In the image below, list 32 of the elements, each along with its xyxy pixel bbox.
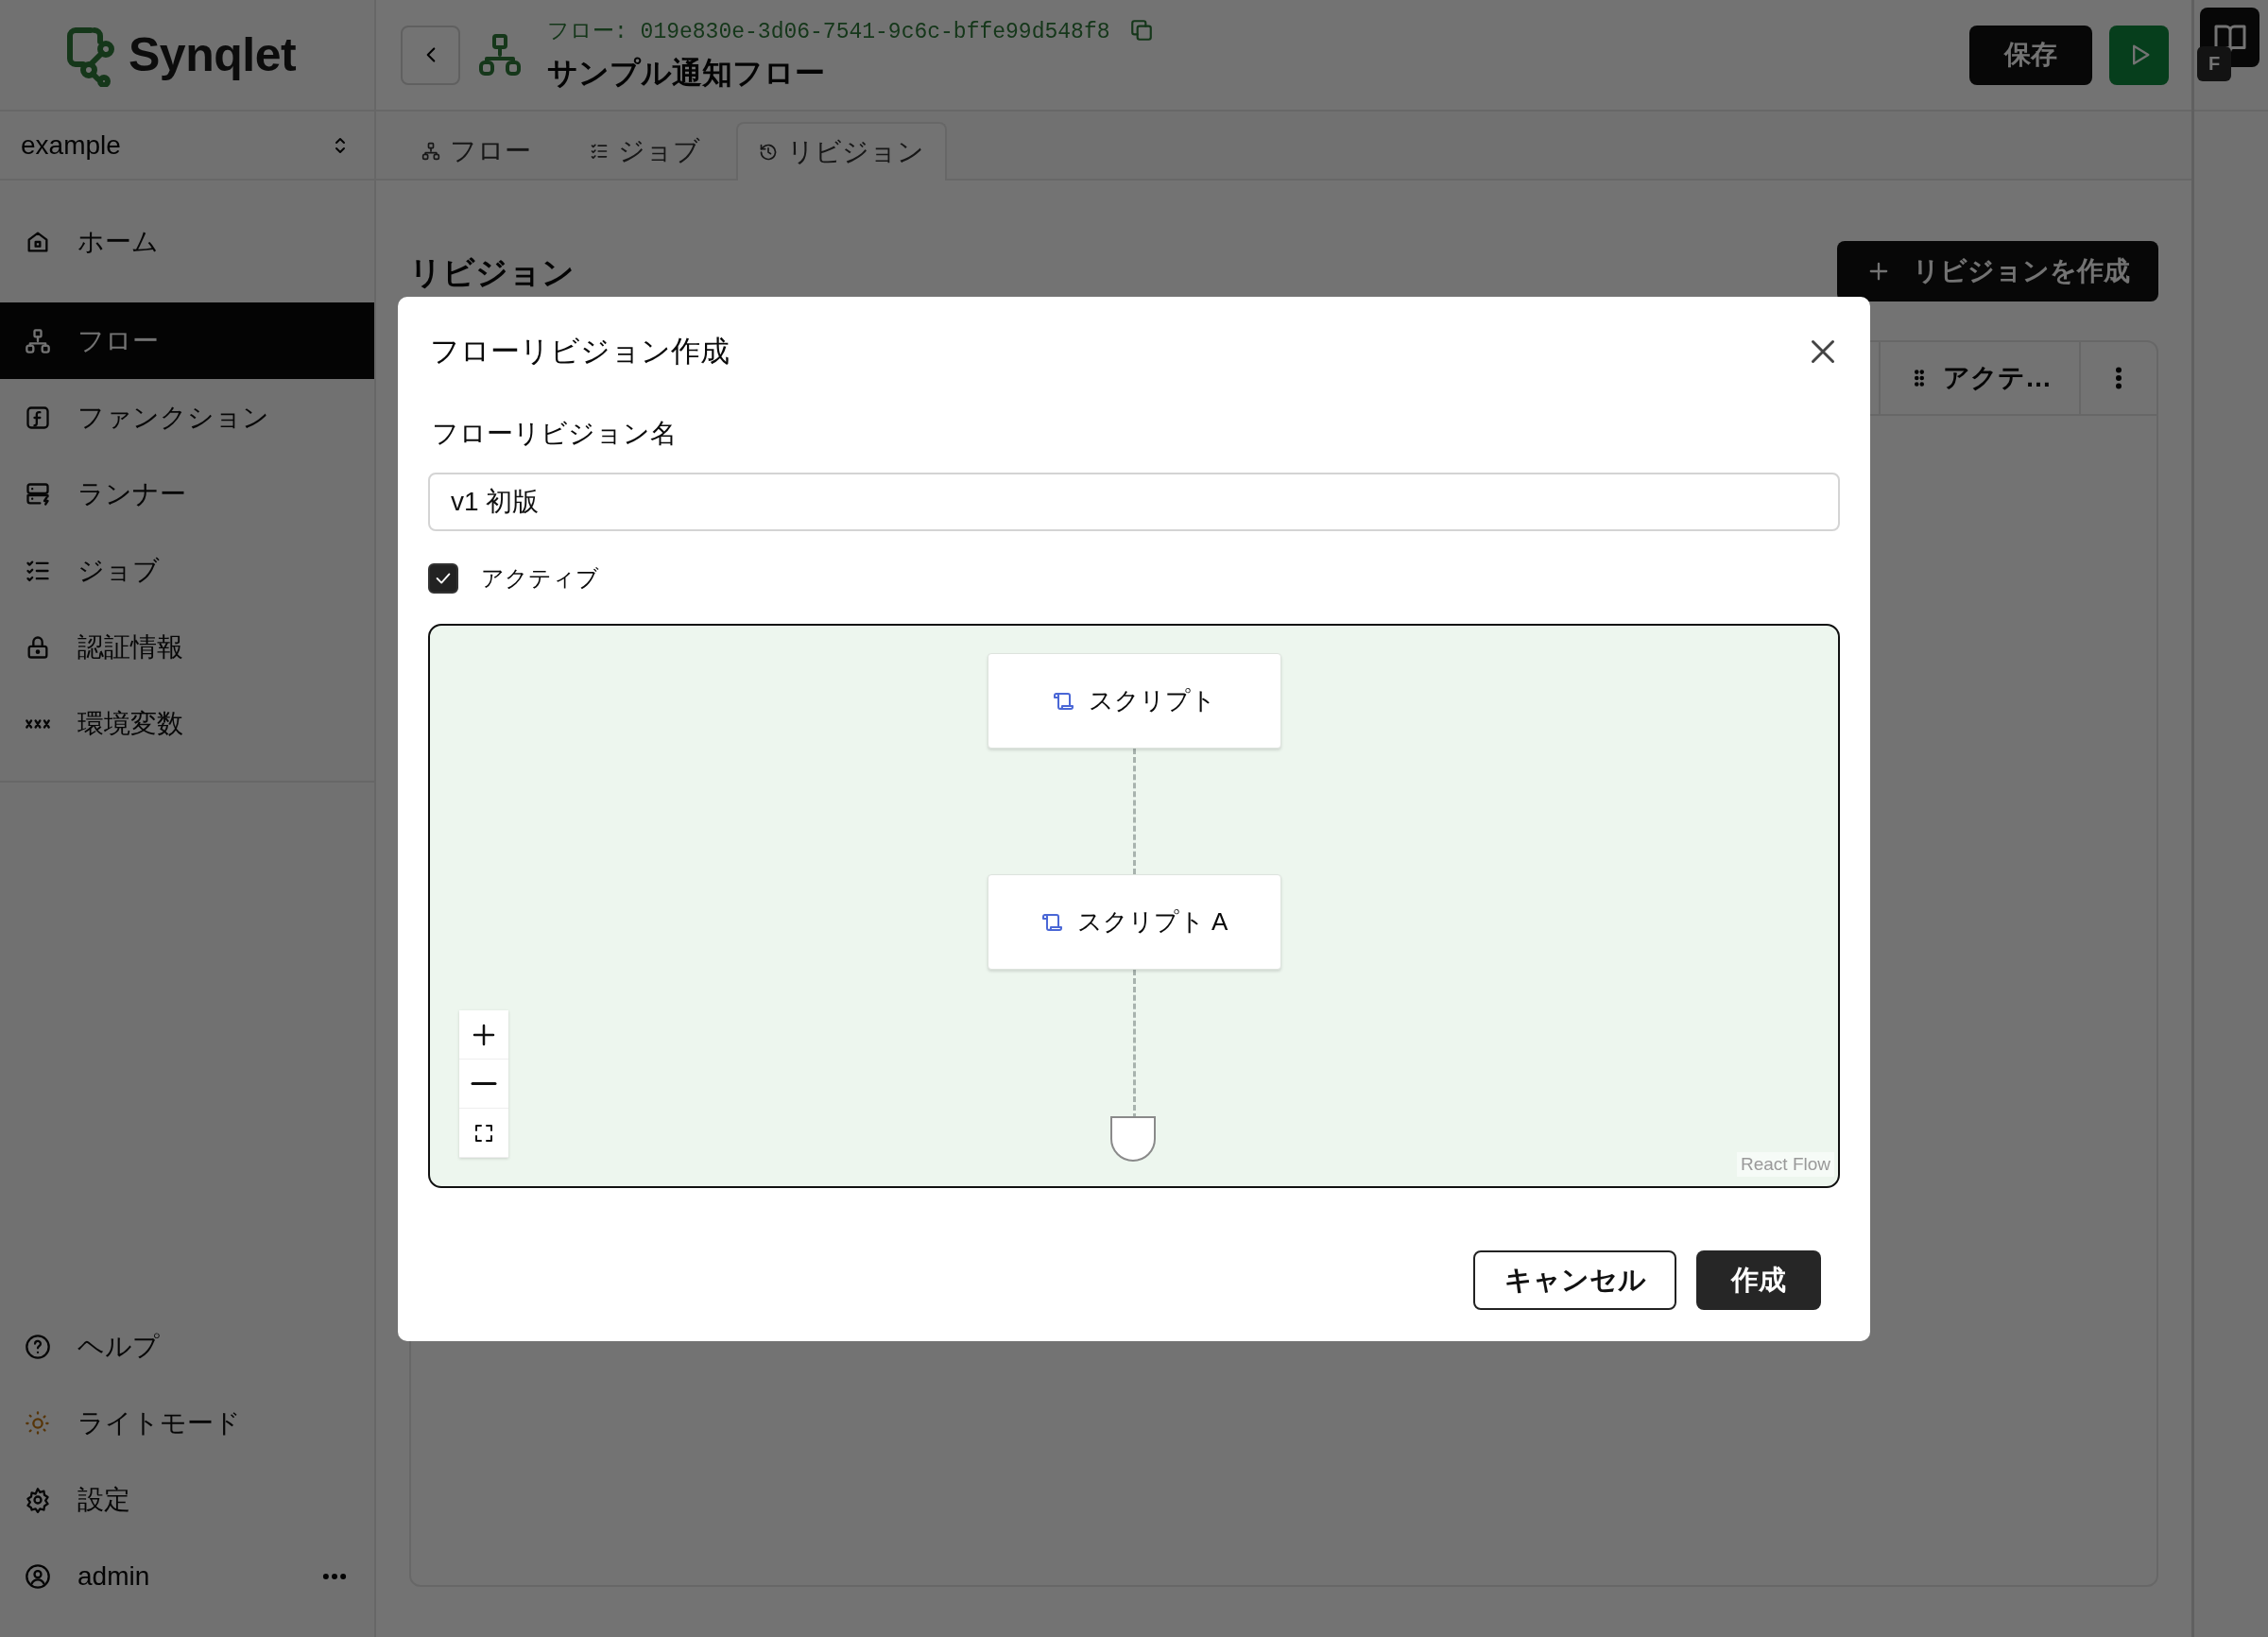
tab[interactable]: フロー <box>399 122 554 179</box>
flow-node[interactable]: スクリプト <box>988 653 1281 749</box>
create-button[interactable]: 作成 <box>1696 1250 1821 1310</box>
sidebar-item[interactable]: ヘルプ <box>0 1308 374 1385</box>
sidebar-item[interactable]: ライトモード <box>0 1385 374 1461</box>
tab[interactable]: ジョブ <box>567 122 723 179</box>
workspace-selector[interactable]: example <box>0 112 374 181</box>
sidebar-item[interactable]: 設定 <box>0 1461 374 1538</box>
sidebar-item[interactable]: ファンクション <box>0 379 374 456</box>
sidebar-item[interactable]: 環境変数 <box>0 685 374 762</box>
sidebar-item[interactable]: 認証情報 <box>0 609 374 685</box>
save-button[interactable]: 保存 <box>1969 25 2092 85</box>
cancel-button[interactable]: キャンセル <box>1473 1250 1676 1310</box>
sidebar-item[interactable]: ランナー <box>0 456 374 532</box>
flow-id: フロー: 019e830e-3d06-7541-9c6c-bffe99d548f8 <box>547 18 1110 45</box>
app-logo: Synqlet <box>129 27 297 82</box>
field-label: フローリビジョン名 <box>432 418 678 450</box>
attribution-link[interactable]: React Flow <box>1736 1152 1834 1177</box>
user-menu[interactable]: admin <box>0 1538 374 1614</box>
sidebar-item[interactable]: ジョブ <box>0 532 374 609</box>
shortcut-badge: F <box>2197 46 2231 81</box>
create-revision-button[interactable]: リビジョンを作成 <box>1837 241 2158 302</box>
page-title: リビジョン <box>409 253 575 292</box>
flow-title: サンプル通知フロー <box>547 54 826 92</box>
input-field[interactable]: v1 初版 <box>428 473 1840 531</box>
sidebar-item[interactable]: ホーム <box>0 203 374 280</box>
sidebar-item[interactable]: フロー <box>0 302 374 379</box>
checkbox-label: アクティブ <box>481 564 599 593</box>
column-header[interactable]: アクテ… <box>1943 360 2052 396</box>
dialog-title: フローリビジョン作成 <box>429 334 730 370</box>
flow-node[interactable]: スクリプト A <box>988 874 1281 970</box>
tab[interactable]: リビジョン <box>736 122 947 181</box>
